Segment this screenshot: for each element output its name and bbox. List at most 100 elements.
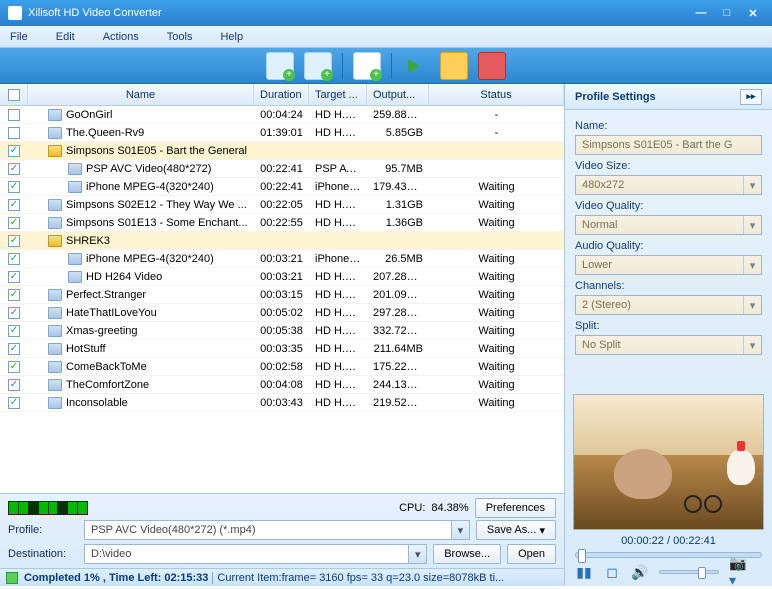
- chevron-down-icon: ▾: [743, 216, 761, 234]
- table-row[interactable]: ✓Simpsons S02E12 - They Way We ...00:22:…: [0, 196, 564, 214]
- row-checkbox[interactable]: ✓: [8, 325, 20, 337]
- video-preview[interactable]: [573, 394, 764, 530]
- row-name: HateThatILoveYou: [66, 307, 157, 319]
- list-header: Name Duration Target ... Output... Statu…: [0, 84, 564, 106]
- row-name: GoOnGirl: [66, 109, 112, 121]
- seek-slider[interactable]: [575, 552, 762, 558]
- pause-button[interactable]: [440, 52, 468, 80]
- collapse-toggle-button[interactable]: ▸▸: [740, 89, 762, 105]
- cpu-value: 84.38%: [431, 502, 468, 514]
- table-row[interactable]: ✓Xmas-greeting00:05:38HD H.264332.72MBWa…: [0, 322, 564, 340]
- toolbar-separator: [391, 53, 392, 79]
- split-label: Split:: [575, 320, 762, 332]
- row-checkbox[interactable]: ✓: [8, 253, 20, 265]
- row-checkbox[interactable]: ✓: [8, 217, 20, 229]
- preferences-button[interactable]: Preferences: [475, 498, 556, 518]
- table-row[interactable]: ✓iPhone MPEG-4(320*240)00:22:41iPhone M.…: [0, 178, 564, 196]
- header-duration[interactable]: Duration: [254, 84, 309, 105]
- header-checkbox[interactable]: [0, 84, 28, 105]
- row-name: SHREK3: [66, 235, 110, 247]
- header-status[interactable]: Status: [429, 84, 564, 105]
- table-row[interactable]: ✓iPhone MPEG-4(320*240)00:03:21iPhone M.…: [0, 250, 564, 268]
- split-combo[interactable]: No Split▾: [575, 335, 762, 355]
- row-checkbox[interactable]: ✓: [8, 163, 20, 175]
- row-checkbox[interactable]: ✓: [8, 289, 20, 301]
- volume-icon[interactable]: 🔊: [631, 564, 649, 580]
- activity-icon: [6, 572, 18, 584]
- file-icon: [68, 181, 82, 193]
- file-icon: [68, 253, 82, 265]
- window-title: Xilisoft HD Video Converter: [28, 7, 162, 19]
- table-row[interactable]: ✓ComeBackToMe00:02:58HD H.264175.22MBWai…: [0, 358, 564, 376]
- play-pause-button[interactable]: ▮▮: [575, 564, 593, 580]
- row-checkbox[interactable]: ✓: [8, 271, 20, 283]
- snapshot-button[interactable]: 📷▾: [729, 564, 747, 580]
- table-row[interactable]: ✓HotStuff00:03:35HD H.264211.64MBWaiting: [0, 340, 564, 358]
- destination-combo[interactable]: D:\video ▾: [84, 544, 427, 564]
- add-folder-button[interactable]: +: [304, 52, 332, 80]
- menu-tools[interactable]: Tools: [167, 31, 193, 43]
- maximize-button[interactable]: □: [716, 5, 738, 21]
- row-checkbox[interactable]: [8, 109, 20, 121]
- file-icon: [48, 217, 62, 229]
- close-button[interactable]: ✕: [742, 5, 764, 21]
- volume-slider[interactable]: [659, 570, 719, 574]
- row-name: iPhone MPEG-4(320*240): [86, 181, 214, 193]
- file-icon: [48, 289, 62, 301]
- videosize-combo[interactable]: 480x272▾: [575, 175, 762, 195]
- chevron-down-icon: ▾: [743, 296, 761, 314]
- header-target[interactable]: Target ...: [309, 84, 367, 105]
- row-name: Simpsons S02E12 - They Way We ...: [66, 199, 247, 211]
- channels-label: Channels:: [575, 280, 762, 292]
- browse-button[interactable]: Browse...: [433, 544, 501, 564]
- list-body[interactable]: GoOnGirl00:04:24HD H.264259.88MB-The.Que…: [0, 106, 564, 493]
- table-row[interactable]: ✓Simpsons S01E13 - Some Enchant...00:22:…: [0, 214, 564, 232]
- header-output[interactable]: Output...: [367, 84, 429, 105]
- menu-actions[interactable]: Actions: [103, 31, 139, 43]
- row-checkbox[interactable]: ✓: [8, 379, 20, 391]
- videoquality-combo[interactable]: Normal▾: [575, 215, 762, 235]
- stop-button[interactable]: [478, 52, 506, 80]
- channels-combo[interactable]: 2 (Stereo)▾: [575, 295, 762, 315]
- table-row[interactable]: ✓HateThatILoveYou00:05:02HD H.264297.28M…: [0, 304, 564, 322]
- save-as-button[interactable]: Save As... ▾: [476, 520, 556, 540]
- menu-help[interactable]: Help: [220, 31, 243, 43]
- table-row[interactable]: ✓PSP AVC Video(480*272)00:22:41PSP AVC95…: [0, 160, 564, 178]
- minimize-button[interactable]: —: [690, 5, 712, 21]
- row-checkbox[interactable]: ✓: [8, 181, 20, 193]
- add-file-button[interactable]: +: [266, 52, 294, 80]
- toolbar: + + +: [0, 48, 772, 84]
- table-row[interactable]: The.Queen-Rv901:39:01HD H.2645.85GB-: [0, 124, 564, 142]
- row-checkbox[interactable]: ✓: [8, 235, 20, 247]
- audioquality-combo[interactable]: Lower▾: [575, 255, 762, 275]
- player-stop-button[interactable]: ◻: [603, 564, 621, 580]
- file-list-pane: Name Duration Target ... Output... Statu…: [0, 84, 565, 586]
- table-row[interactable]: ✓ SHREK3: [0, 232, 564, 250]
- profile-combo[interactable]: PSP AVC Video(480*272) (*.mp4) ▾: [84, 520, 470, 540]
- name-label: Name:: [575, 120, 762, 132]
- row-checkbox[interactable]: ✓: [8, 307, 20, 319]
- row-name: The.Queen-Rv9: [66, 127, 144, 139]
- row-checkbox[interactable]: ✓: [8, 145, 20, 157]
- row-checkbox[interactable]: ✓: [8, 397, 20, 409]
- name-field[interactable]: Simpsons S01E05 - Bart the G: [575, 135, 762, 155]
- app-logo-icon: [8, 6, 22, 20]
- row-checkbox[interactable]: ✓: [8, 361, 20, 373]
- menu-file[interactable]: File: [10, 31, 28, 43]
- header-name[interactable]: Name: [28, 84, 254, 105]
- open-button[interactable]: Open: [507, 544, 556, 564]
- row-checkbox[interactable]: [8, 127, 20, 139]
- table-row[interactable]: ✓HD H264 Video00:03:21HD H.264207.28MBWa…: [0, 268, 564, 286]
- row-checkbox[interactable]: ✓: [8, 343, 20, 355]
- table-row[interactable]: ✓Perfect.Stranger00:03:15HD H.264201.09M…: [0, 286, 564, 304]
- menu-edit[interactable]: Edit: [56, 31, 75, 43]
- table-row[interactable]: GoOnGirl00:04:24HD H.264259.88MB-: [0, 106, 564, 124]
- row-checkbox[interactable]: ✓: [8, 199, 20, 211]
- table-row[interactable]: ✓TheComfortZone00:04:08HD H.264244.13MBW…: [0, 376, 564, 394]
- profile-list-button[interactable]: +: [353, 52, 381, 80]
- folder-icon: [48, 145, 62, 157]
- start-convert-button[interactable]: [402, 52, 430, 80]
- table-row[interactable]: ✓Simpsons S01E05 - Bart the General: [0, 142, 564, 160]
- table-row[interactable]: ✓Inconsolable00:03:43HD H.264219.52MBWai…: [0, 394, 564, 412]
- file-icon: [68, 163, 82, 175]
